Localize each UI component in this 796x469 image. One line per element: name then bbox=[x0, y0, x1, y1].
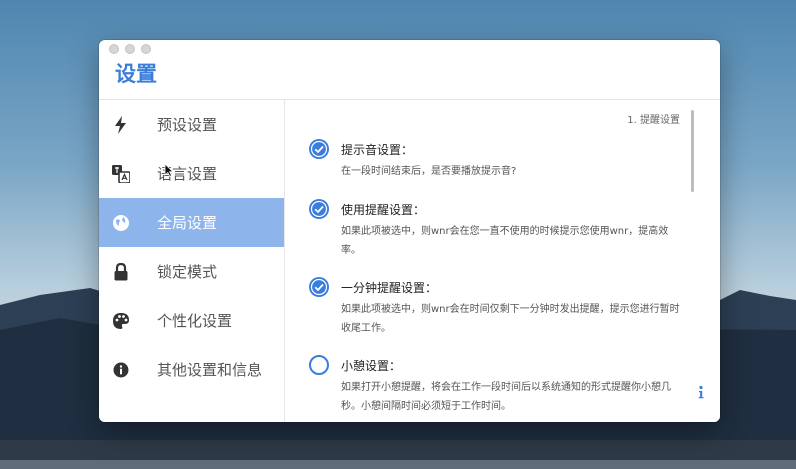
window-header: 设置 bbox=[99, 40, 720, 100]
info-icon[interactable] bbox=[696, 385, 706, 399]
option-title: 提示音设置： bbox=[341, 143, 414, 157]
usage-reminder-checkbox[interactable] bbox=[309, 199, 329, 219]
scrollbar-thumb[interactable] bbox=[691, 110, 694, 192]
option-title: 一分钟提醒设置： bbox=[341, 281, 438, 295]
settings-window: 设置 预设设置 语言设置 全局设置 锁定模式 个性化设置 其他设置和信息 1. … bbox=[99, 40, 720, 422]
zoom-window-button[interactable] bbox=[141, 44, 151, 54]
option-description: 如果打开小憩提醒，将会在工作一段时间后以系统通知的形式提醒你小憩几秒。小憩间隔时… bbox=[341, 382, 671, 412]
palette-icon bbox=[112, 312, 130, 330]
break-checkbox[interactable] bbox=[309, 355, 329, 375]
sidebar: 预设设置 语言设置 全局设置 锁定模式 个性化设置 其他设置和信息 bbox=[99, 100, 285, 422]
page-title: 设置 bbox=[115, 62, 157, 86]
one-minute-reminder-checkbox[interactable] bbox=[309, 277, 329, 297]
lock-icon bbox=[112, 262, 130, 281]
sidebar-item-preset[interactable]: 预设设置 bbox=[99, 100, 284, 149]
globe-icon bbox=[112, 214, 130, 232]
sidebar-item-label: 其他设置和信息 bbox=[157, 361, 263, 379]
option-title: 使用提醒设置： bbox=[341, 203, 426, 217]
checkmark-icon bbox=[310, 278, 328, 296]
option-title: 小憩设置： bbox=[341, 359, 402, 373]
sidebar-item-personalize[interactable]: 个性化设置 bbox=[99, 296, 284, 345]
option-description: 在一段时间结束后，是否要播放提示音? bbox=[341, 166, 517, 177]
option-description: 如果此项被选中，则wnr会在时间仅剩下一分钟时发出提醒，提示您进行暂时收尾工作。 bbox=[341, 304, 680, 334]
sidebar-item-language[interactable]: 语言设置 bbox=[99, 149, 284, 198]
info-circle-icon bbox=[112, 361, 130, 379]
sidebar-item-other-info[interactable]: 其他设置和信息 bbox=[99, 345, 284, 394]
window-controls bbox=[109, 44, 151, 54]
sidebar-item-lock-mode[interactable]: 锁定模式 bbox=[99, 247, 284, 296]
sidebar-item-global[interactable]: 全局设置 bbox=[99, 198, 284, 247]
checkmark-icon bbox=[310, 200, 328, 218]
settings-content: 1. 提醒设置 提示音设置： 在一段时间结束后，是否要播放提示音? 使用提醒设置… bbox=[285, 100, 720, 422]
minimize-window-button[interactable] bbox=[125, 44, 135, 54]
checkmark-icon bbox=[310, 140, 328, 158]
option-description: 如果此项被选中，则wnr会在您一直不使用的时候提示您使用wnr，提高效率。 bbox=[341, 226, 669, 256]
sidebar-item-label: 预设设置 bbox=[157, 116, 218, 134]
sound-checkbox[interactable] bbox=[309, 139, 329, 159]
translate-icon bbox=[112, 164, 130, 183]
sidebar-item-label: 全局设置 bbox=[157, 214, 218, 232]
lightning-icon bbox=[112, 115, 130, 134]
mouse-cursor-icon bbox=[164, 163, 174, 177]
sidebar-item-label: 个性化设置 bbox=[157, 312, 233, 330]
section-indicator: 1. 提醒设置 bbox=[627, 115, 680, 126]
sidebar-item-label: 锁定模式 bbox=[157, 263, 218, 281]
close-window-button[interactable] bbox=[109, 44, 119, 54]
